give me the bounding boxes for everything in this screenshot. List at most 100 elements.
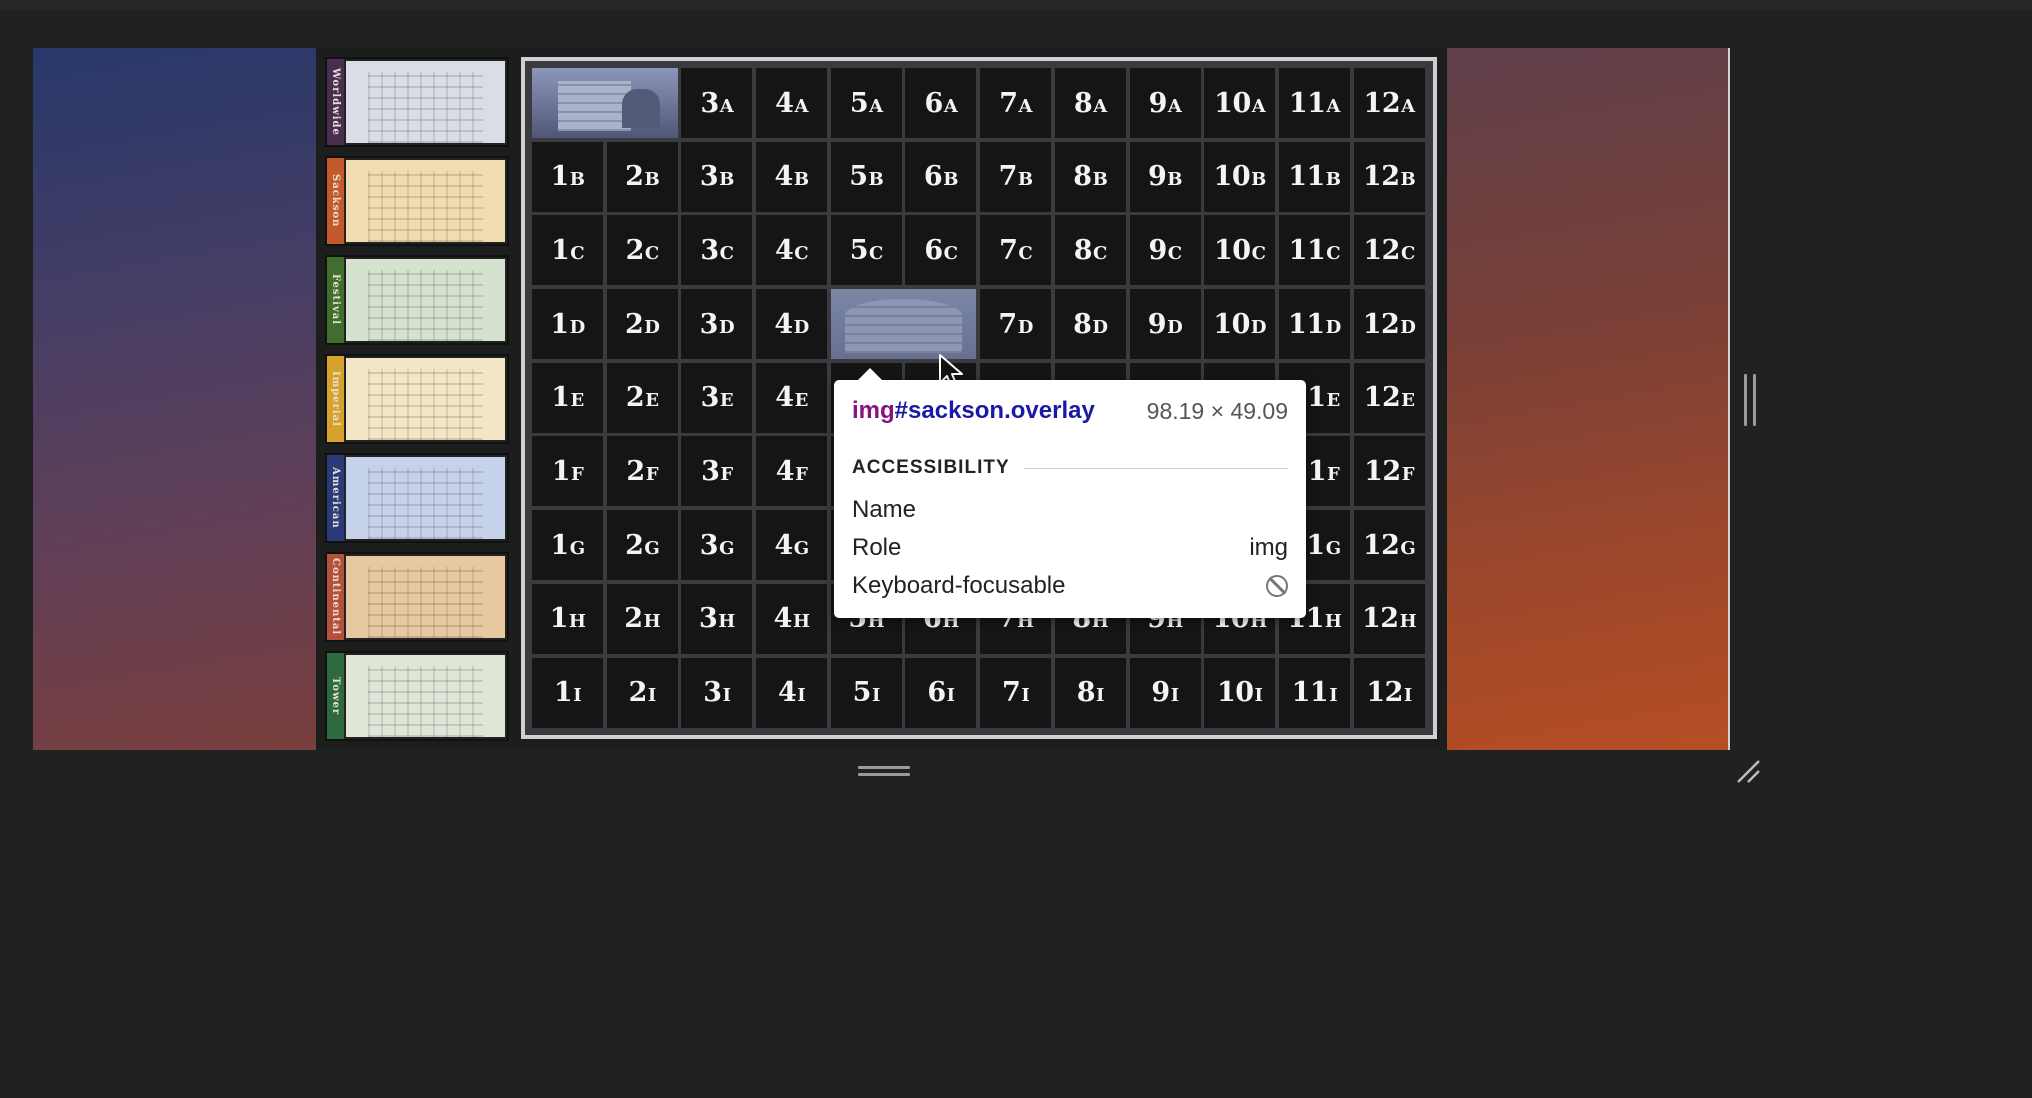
board-cell[interactable]: 4C xyxy=(756,215,828,286)
board-cell[interactable]: 4D xyxy=(756,289,828,360)
board-cell[interactable]: 3C xyxy=(681,215,753,286)
cell-row: I xyxy=(1403,685,1412,706)
hotel-chain-card[interactable]: Imperial xyxy=(325,354,509,444)
board-cell[interactable]: 9D xyxy=(1129,289,1201,360)
board-cell[interactable]: 6A xyxy=(905,68,977,138)
board-cell[interactable]: 8A xyxy=(1054,68,1126,138)
board-cell[interactable]: 4F xyxy=(756,436,828,507)
board-cell[interactable]: 12 C xyxy=(1353,215,1425,286)
board-cell[interactable]: 7B xyxy=(980,141,1052,212)
board-cell[interactable]: 2H xyxy=(606,583,678,654)
board-cell[interactable]: 5C xyxy=(830,215,902,286)
board-cell[interactable]: 10 A xyxy=(1204,68,1276,138)
cell-column: 2 xyxy=(628,677,648,708)
board-cell[interactable]: 8B xyxy=(1054,141,1126,212)
board-cell[interactable]: 5A xyxy=(830,68,902,138)
hotel-chain-card[interactable]: Tower xyxy=(325,651,509,741)
cell-column: 8 xyxy=(1076,677,1096,708)
board-cell[interactable]: 10 D xyxy=(1204,289,1276,360)
board-cell[interactable]: 3A xyxy=(681,68,753,138)
board-cell[interactable]: 9B xyxy=(1129,141,1201,212)
chain-spine: Tower xyxy=(327,653,344,739)
board-cell[interactable]: 4E xyxy=(756,362,828,433)
board-cell[interactable]: 1H xyxy=(532,583,603,654)
board-cell[interactable]: 1F xyxy=(532,436,603,507)
board-cell[interactable]: 10 C xyxy=(1204,215,1276,286)
board-cell[interactable]: 4H xyxy=(756,583,828,654)
board-cell[interactable]: 11 I xyxy=(1278,657,1350,728)
board-cell[interactable]: 3I xyxy=(681,657,753,728)
board-cell[interactable]: 11 C xyxy=(1278,215,1350,286)
board-cell[interactable]: 9C xyxy=(1129,215,1201,286)
hotel-chain-card[interactable]: American xyxy=(325,453,509,543)
board-cell[interactable]: 12 B xyxy=(1353,141,1425,212)
board-cell[interactable]: 1B xyxy=(532,141,603,212)
board-cell[interactable]: 12 E xyxy=(1353,362,1425,433)
horizontal-resize-handle[interactable] xyxy=(858,766,910,776)
board-cell[interactable]: 3E xyxy=(681,362,753,433)
board-cell[interactable]: 7I xyxy=(980,657,1052,728)
hotel-chain-card[interactable]: Continental xyxy=(325,552,509,642)
board-cell[interactable]: 11 D xyxy=(1278,289,1350,360)
board-cell[interactable]: 12 F xyxy=(1353,436,1425,507)
board-cell[interactable]: 3D xyxy=(681,289,753,360)
cell-row: C xyxy=(1251,242,1266,264)
board-cell[interactable]: 6I xyxy=(905,657,977,728)
board-cell[interactable]: 12 I xyxy=(1353,657,1425,728)
board-cell[interactable]: 5I xyxy=(830,657,902,728)
board-cell[interactable]: 4B xyxy=(756,141,828,212)
board-cell[interactable]: 5B xyxy=(830,141,902,212)
cell-column: 8 xyxy=(1073,87,1093,119)
board-cell[interactable]: 8C xyxy=(1054,215,1126,286)
board-cell[interactable]: 2E xyxy=(606,362,678,433)
board-cell[interactable]: 1C xyxy=(532,215,603,286)
board-cell[interactable]: 2G xyxy=(606,510,678,581)
board-cell[interactable]: 4I xyxy=(756,657,828,728)
board-cell[interactable]: 12 A xyxy=(1353,68,1425,138)
board-cell[interactable]: 8D xyxy=(1054,289,1126,360)
board-cell[interactable]: 1E xyxy=(532,362,603,433)
board-cell[interactable]: 3H xyxy=(681,583,753,654)
board-cell[interactable]: 10 B xyxy=(1204,141,1276,212)
board-cell[interactable]: 6B xyxy=(905,141,977,212)
board-cell[interactable]: 1I xyxy=(532,657,603,728)
board-cell[interactable]: 2B xyxy=(606,141,678,212)
worldwide-tile-overlay[interactable] xyxy=(532,68,678,138)
board-cell[interactable]: 8I xyxy=(1054,657,1126,728)
board-cell[interactable]: 2I xyxy=(606,657,678,728)
resize-corner-icon[interactable] xyxy=(1734,757,1762,785)
inspector-tooltip: img#sackson.overlay 98.19 × 49.09 ACCESS… xyxy=(834,368,1306,618)
board-cell[interactable]: 9A xyxy=(1129,68,1201,138)
hotel-chain-card[interactable]: Worldwide xyxy=(325,57,509,147)
cell-row: B xyxy=(793,169,809,191)
cell-column: 2 xyxy=(625,529,644,561)
board-cell[interactable]: 12 G xyxy=(1353,510,1425,581)
board-cell[interactable]: 1G xyxy=(532,510,603,581)
cell-row: G xyxy=(1325,537,1341,559)
board-cell[interactable]: 10 I xyxy=(1204,657,1276,728)
board-cell[interactable]: 2D xyxy=(606,289,678,360)
board-cell[interactable]: 3F xyxy=(681,436,753,507)
hotel-chain-card[interactable]: Festival xyxy=(325,255,509,345)
board-cell[interactable]: 9I xyxy=(1129,657,1201,728)
board-cell[interactable]: 7D xyxy=(980,289,1052,360)
board-cell[interactable]: 2C xyxy=(606,215,678,286)
board-cell[interactable]: 7A xyxy=(980,68,1052,138)
sackson-tile-overlay[interactable] xyxy=(830,289,977,360)
board-cell[interactable]: 7C xyxy=(980,215,1052,286)
cell-row: G xyxy=(793,537,809,559)
cell-row: I xyxy=(1329,685,1338,706)
board-cell[interactable]: 4G xyxy=(756,510,828,581)
board-cell[interactable]: 4A xyxy=(756,68,828,138)
board-cell[interactable]: 6C xyxy=(905,215,977,286)
vertical-resize-handle[interactable] xyxy=(1744,374,1756,426)
board-cell[interactable]: 1D xyxy=(532,289,603,360)
board-cell[interactable]: 12 D xyxy=(1353,289,1425,360)
board-cell[interactable]: 12 H xyxy=(1353,583,1425,654)
board-cell[interactable]: 2F xyxy=(606,436,678,507)
board-cell[interactable]: 11 A xyxy=(1278,68,1350,138)
board-cell[interactable]: 3G xyxy=(681,510,753,581)
board-cell[interactable]: 11 B xyxy=(1278,141,1350,212)
board-cell[interactable]: 3B xyxy=(681,141,753,212)
hotel-chain-card[interactable]: Sackson xyxy=(325,156,509,246)
